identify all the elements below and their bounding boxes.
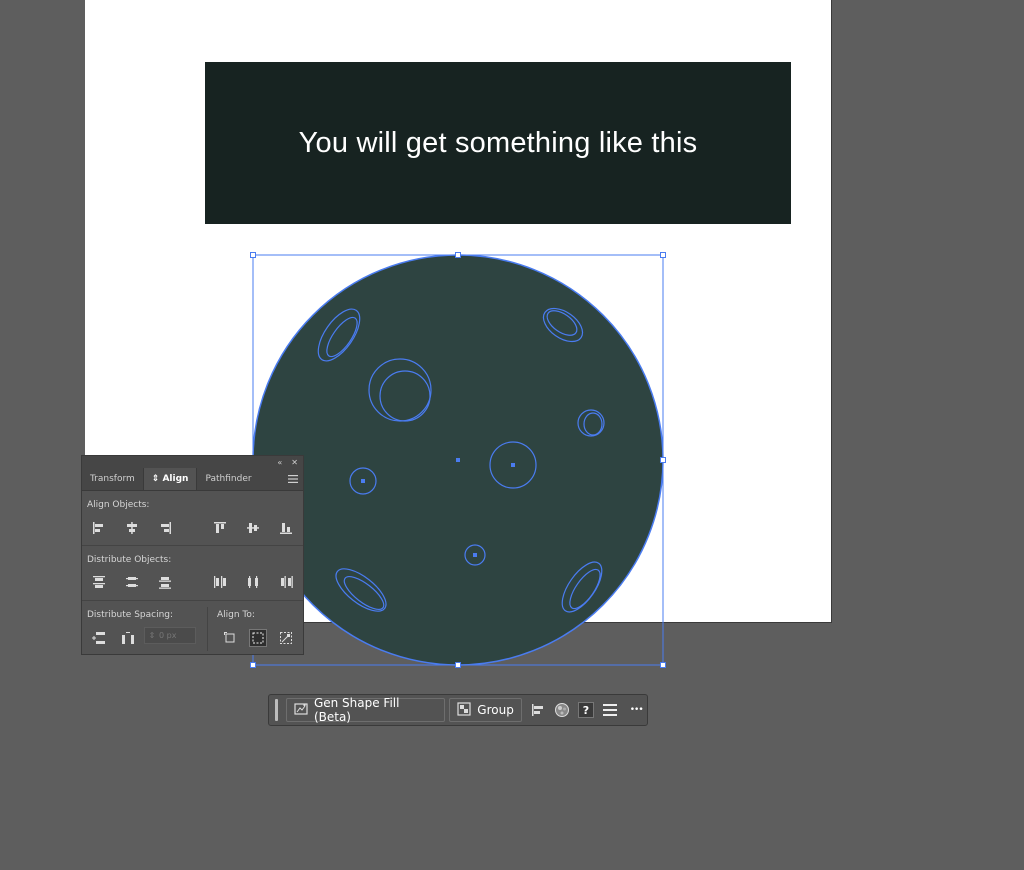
horizontal-align-right-icon[interactable]: [157, 520, 173, 536]
distribute-objects-section: Distribute Objects:: [82, 546, 303, 601]
horizontal-align-center-icon[interactable]: [124, 520, 140, 536]
resize-handle-bottom-right[interactable]: [660, 662, 666, 668]
tab-pathfinder[interactable]: Pathfinder: [197, 468, 259, 490]
gen-shape-fill-button[interactable]: Gen Shape Fill (Beta): [285, 696, 446, 724]
group-button[interactable]: Group: [449, 698, 522, 722]
vertical-distribute-center-icon[interactable]: [124, 574, 140, 590]
properties-menu-icon[interactable]: [601, 701, 619, 719]
horizontal-align-left-icon[interactable]: [91, 520, 107, 536]
spacing-value: 0 px: [159, 631, 177, 640]
align-to-selection-icon[interactable]: [249, 629, 267, 647]
crater-center-point: [361, 479, 365, 483]
resize-handle-bottom-left[interactable]: [250, 662, 256, 668]
center-point: [456, 458, 460, 462]
distribute-spacing-label: Distribute Spacing:: [87, 610, 174, 620]
recolor-icon[interactable]: [553, 701, 571, 719]
panel-tabs: Transform ⇕ Align Pathfinder: [82, 468, 303, 491]
tab-align-label: Align: [162, 474, 189, 484]
vertical-distribute-bottom-icon[interactable]: [157, 574, 173, 590]
group-label: Group: [477, 703, 514, 717]
tab-align[interactable]: ⇕ Align: [142, 468, 198, 490]
tab-arrows-icon: ⇕: [151, 474, 163, 484]
drag-handle[interactable]: [275, 699, 278, 721]
collapse-panel-icon[interactable]: «: [277, 458, 282, 467]
help-icon[interactable]: ?: [578, 702, 594, 718]
align-to-key-object-icon[interactable]: [278, 630, 294, 646]
panel-title-bar: « ✕: [82, 456, 303, 468]
crater-center-point: [473, 553, 477, 557]
distribute-objects-label: Distribute Objects:: [87, 555, 172, 565]
spinner-icon[interactable]: ⇕: [145, 631, 159, 640]
horizontal-distribute-space-icon[interactable]: [120, 630, 136, 646]
resize-handle-top[interactable]: [455, 252, 461, 258]
help-label: ?: [582, 703, 590, 717]
vertical-align-center-icon[interactable]: [245, 520, 261, 536]
gen-shape-fill-icon: [294, 702, 308, 719]
more-label: •••: [629, 705, 644, 715]
panel-menu-icon[interactable]: [283, 468, 303, 490]
section-divider: [207, 607, 208, 651]
align-icon[interactable]: [529, 701, 547, 719]
resize-handle-top-right[interactable]: [660, 252, 666, 258]
resize-handle-top-left[interactable]: [250, 252, 256, 258]
align-objects-label: Align Objects:: [87, 500, 150, 510]
resize-handle-right[interactable]: [660, 457, 666, 463]
vertical-distribute-top-icon[interactable]: [91, 574, 107, 590]
align-to-label: Align To:: [217, 610, 255, 620]
align-objects-section: Align Objects:: [82, 491, 303, 546]
moon-artwork[interactable]: [0, 0, 1024, 870]
horizontal-distribute-left-icon[interactable]: [212, 574, 228, 590]
horizontal-distribute-right-icon[interactable]: [278, 574, 294, 590]
spacing-value-field[interactable]: ⇕ 0 px: [144, 627, 196, 644]
gen-shape-fill-label: Gen Shape Fill (Beta): [313, 696, 400, 724]
vertical-distribute-space-icon[interactable]: [91, 630, 107, 646]
vertical-align-bottom-icon[interactable]: [278, 520, 294, 536]
tab-transform[interactable]: Transform: [82, 468, 143, 490]
group-icon: [457, 701, 471, 719]
close-panel-icon[interactable]: ✕: [291, 458, 298, 467]
align-to-artboard-icon[interactable]: [222, 630, 238, 646]
crater-center-point: [511, 463, 515, 467]
align-panel: « ✕ Transform ⇕ Align Pathfinder Align O…: [81, 455, 304, 655]
vertical-align-top-icon[interactable]: [212, 520, 228, 536]
contextual-taskbar: Gen Shape Fill (Beta) Group ? •••: [268, 694, 648, 726]
resize-handle-bottom[interactable]: [455, 662, 461, 668]
more-options-icon[interactable]: •••: [625, 701, 647, 719]
horizontal-distribute-center-icon[interactable]: [245, 574, 261, 590]
